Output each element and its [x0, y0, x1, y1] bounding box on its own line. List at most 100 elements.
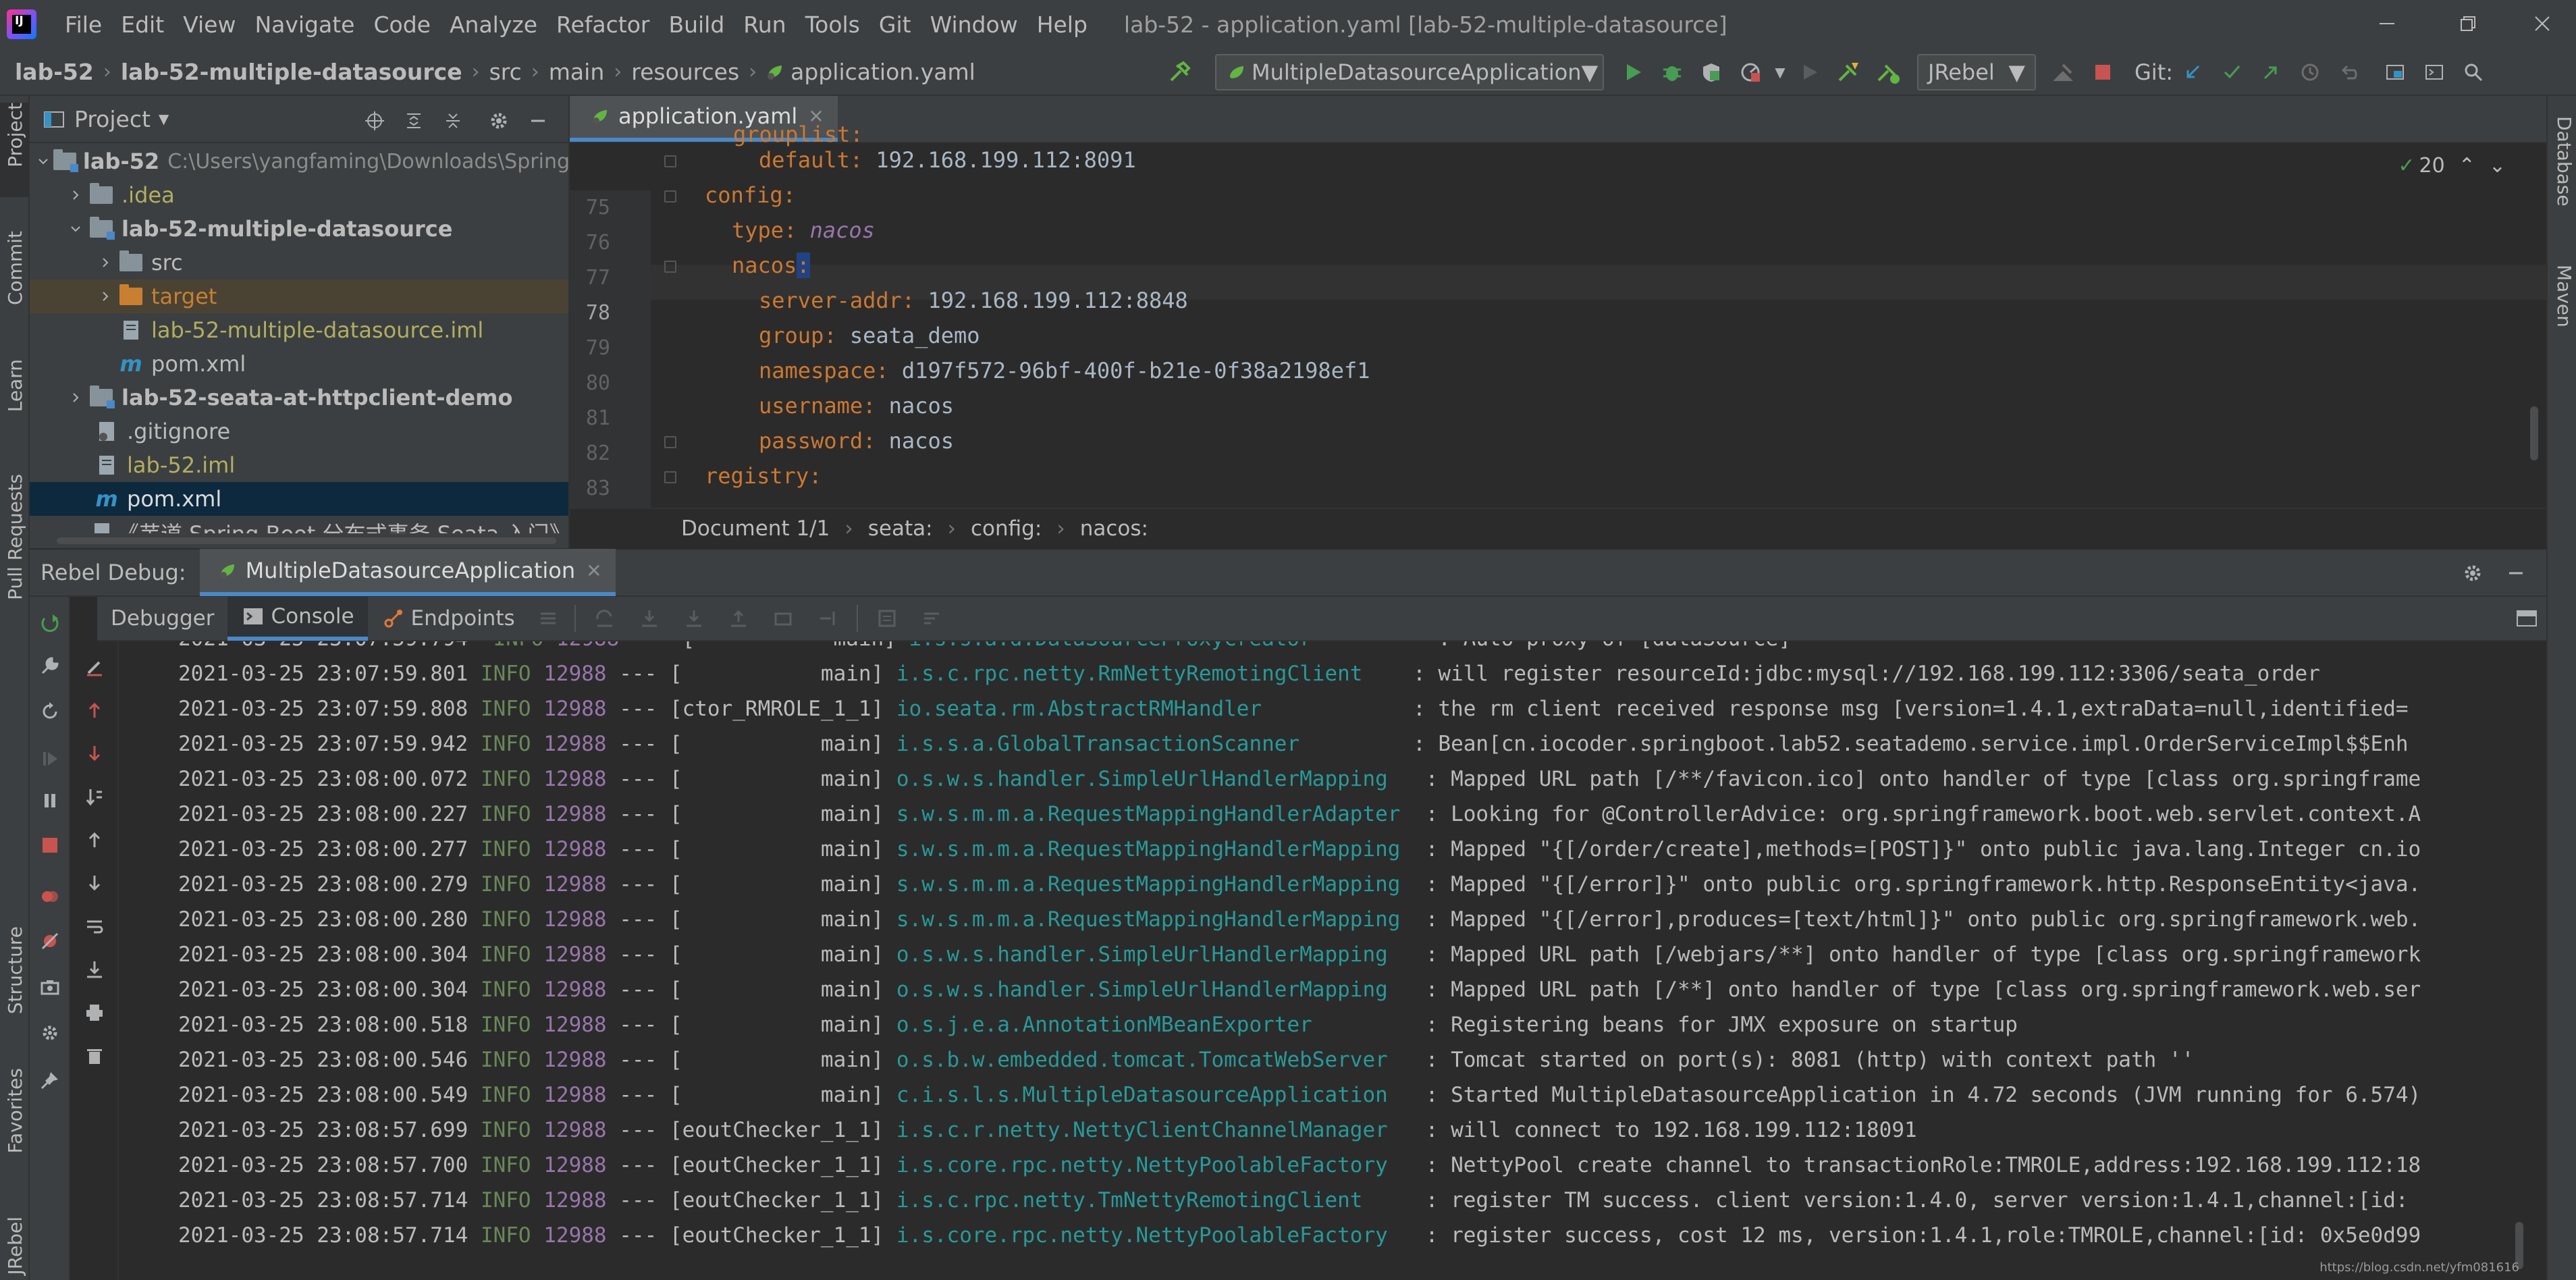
run-to-cursor-icon[interactable] [805, 599, 850, 638]
console-output[interactable]: 2021-03-25 23:07:59.794 INFO 12988 --- [… [119, 641, 2527, 1280]
breadcrumb-main[interactable]: main [545, 59, 608, 85]
editor-scrollbar[interactable] [2530, 406, 2538, 460]
coverage-icon[interactable] [1692, 53, 1731, 92]
tree-item-src[interactable]: src [30, 246, 568, 279]
tree-item-root-iml[interactable]: lab-52.iml [30, 448, 568, 482]
run-configuration-select[interactable]: MultipleDatasourceApplication ▼ [1215, 54, 1604, 90]
resume-program-icon[interactable] [30, 739, 70, 779]
tree-item-module[interactable]: lab-52-multiple-datasource [30, 212, 568, 246]
menu-run[interactable]: Run [734, 11, 795, 38]
chevron-right-icon[interactable] [93, 250, 117, 275]
project-panel-title[interactable]: Project [74, 106, 151, 132]
arrow-down-icon[interactable] [74, 863, 115, 903]
scroll-to-end-icon[interactable] [74, 949, 115, 990]
camera-icon[interactable] [30, 967, 70, 1007]
minimize-button[interactable] [2346, 0, 2427, 49]
structure-tool-tab[interactable]: Structure [0, 926, 30, 1041]
trace-icon[interactable] [909, 599, 954, 638]
tree-item-gitignore[interactable]: .gitignore [30, 415, 568, 448]
breadcrumb-config[interactable]: config: [971, 516, 1042, 541]
mute-breakpoints-icon[interactable] [30, 921, 70, 961]
breadcrumb-module[interactable]: lab-52-multiple-datasource [117, 59, 466, 85]
step-out-icon[interactable] [716, 599, 761, 638]
tab-endpoints[interactable]: Endpoints [368, 596, 529, 641]
force-step-into-icon[interactable] [672, 599, 716, 638]
hide-panel-icon[interactable] [2496, 554, 2535, 593]
database-tool-tab[interactable]: Database [2553, 116, 2575, 209]
stop-icon[interactable] [30, 825, 70, 865]
project-tool-tab[interactable]: Project [0, 103, 30, 197]
tab-debugger[interactable]: Debugger [97, 596, 227, 641]
menu-refactor[interactable]: Refactor [547, 11, 659, 38]
print-icon[interactable] [74, 992, 115, 1033]
breadcrumb-seata[interactable]: seata: [868, 516, 933, 541]
debug-session-tab[interactable]: MultipleDatasourceApplication ✕ [199, 549, 616, 596]
console-scrollbar[interactable] [2511, 641, 2527, 1280]
debug-bug-icon[interactable] [1653, 53, 1692, 92]
step-into-icon[interactable] [627, 599, 672, 638]
jrebel-run-icon[interactable] [1829, 53, 1869, 92]
favorites-tool-tab[interactable]: Favorites [0, 1068, 30, 1190]
breadcrumb-document[interactable]: Document 1/1 [681, 516, 830, 541]
maven-tool-tab[interactable]: Maven [2553, 265, 2575, 330]
chevron-down-icon[interactable] [34, 149, 53, 174]
clear-console-icon[interactable] [74, 647, 115, 687]
tab-console[interactable]: Console [227, 596, 368, 641]
fold-marker-icon[interactable] [664, 471, 676, 483]
menu-build[interactable]: Build [659, 11, 734, 38]
menu-tools[interactable]: Tools [796, 11, 869, 38]
project-structure-icon[interactable] [2376, 53, 2415, 92]
build-hammer-icon[interactable] [1161, 53, 1200, 92]
breadcrumb-file[interactable]: application.yaml [786, 59, 980, 85]
restore-button[interactable] [2427, 0, 2508, 49]
gear-icon[interactable] [30, 1013, 70, 1053]
collapse-all-icon[interactable] [433, 101, 473, 140]
breadcrumb-project[interactable]: lab-52 [11, 59, 98, 85]
git-update-icon[interactable] [2173, 53, 2212, 92]
chevron-right-icon[interactable] [93, 284, 117, 309]
chevron-down-icon[interactable]: ▼ [1770, 53, 1790, 92]
wrench-icon[interactable] [30, 645, 70, 686]
git-commit-icon[interactable] [2212, 53, 2251, 92]
fold-marker-icon[interactable] [664, 261, 676, 273]
drop-frame-icon[interactable] [761, 599, 805, 638]
soft-wrap-icon[interactable] [74, 906, 115, 946]
jrebel-agent-icon[interactable] [2044, 53, 2083, 92]
gear-icon[interactable] [479, 101, 518, 140]
menu-analyze[interactable]: Analyze [440, 11, 547, 38]
git-push-icon[interactable] [2251, 53, 2290, 92]
menu-lines-icon[interactable] [529, 599, 568, 638]
breadcrumb-nacos[interactable]: nacos: [1080, 516, 1148, 541]
search-everywhere-icon[interactable] [2454, 53, 2493, 92]
jrebel-debug-icon[interactable] [1869, 53, 1908, 92]
layout-icon[interactable] [2507, 599, 2546, 638]
tree-item-root[interactable]: lab-52 C:\Users\yangfaming\Downloads\Spr… [30, 144, 568, 178]
trash-icon[interactable] [74, 1036, 115, 1076]
inspection-widget[interactable]: ✓ 20 ⌃ ⌄ [2398, 154, 2506, 178]
menu-view[interactable]: View [173, 11, 245, 38]
code-area[interactable]: 75767778798081828384 grouplist: default:… [570, 122, 2546, 548]
refresh-icon[interactable] [30, 691, 70, 732]
breadcrumb-src[interactable]: src [485, 59, 526, 85]
step-over-icon[interactable] [583, 599, 627, 638]
evaluate-expression-icon[interactable] [865, 599, 909, 638]
menu-edit[interactable]: Edit [111, 11, 173, 38]
learn-tool-tab[interactable]: Learn [0, 359, 30, 447]
menu-code[interactable]: Code [364, 11, 439, 38]
arrow-up-icon[interactable] [74, 820, 115, 860]
tree-item-target[interactable]: target [30, 279, 568, 313]
arrow-down-red-icon[interactable] [74, 733, 115, 774]
menu-file[interactable]: File [55, 11, 111, 38]
rollback-icon[interactable] [2330, 53, 2369, 92]
chevron-up-icon[interactable]: ⌃ [2459, 154, 2475, 178]
stop-icon[interactable] [2083, 53, 2122, 92]
rerun-icon[interactable] [30, 604, 70, 644]
menu-navigate[interactable]: Navigate [245, 11, 364, 38]
close-tab-icon[interactable]: ✕ [586, 560, 601, 582]
pin-icon[interactable] [30, 1060, 70, 1100]
pull-requests-tool-tab[interactable]: Pull Requests [0, 474, 30, 629]
chevron-down-icon[interactable]: ▼ [159, 111, 169, 127]
jrebel-tool-tab[interactable]: JRebel [0, 1217, 30, 1280]
sort-icon[interactable] [74, 776, 115, 817]
view-breakpoints-icon[interactable] [30, 876, 70, 917]
